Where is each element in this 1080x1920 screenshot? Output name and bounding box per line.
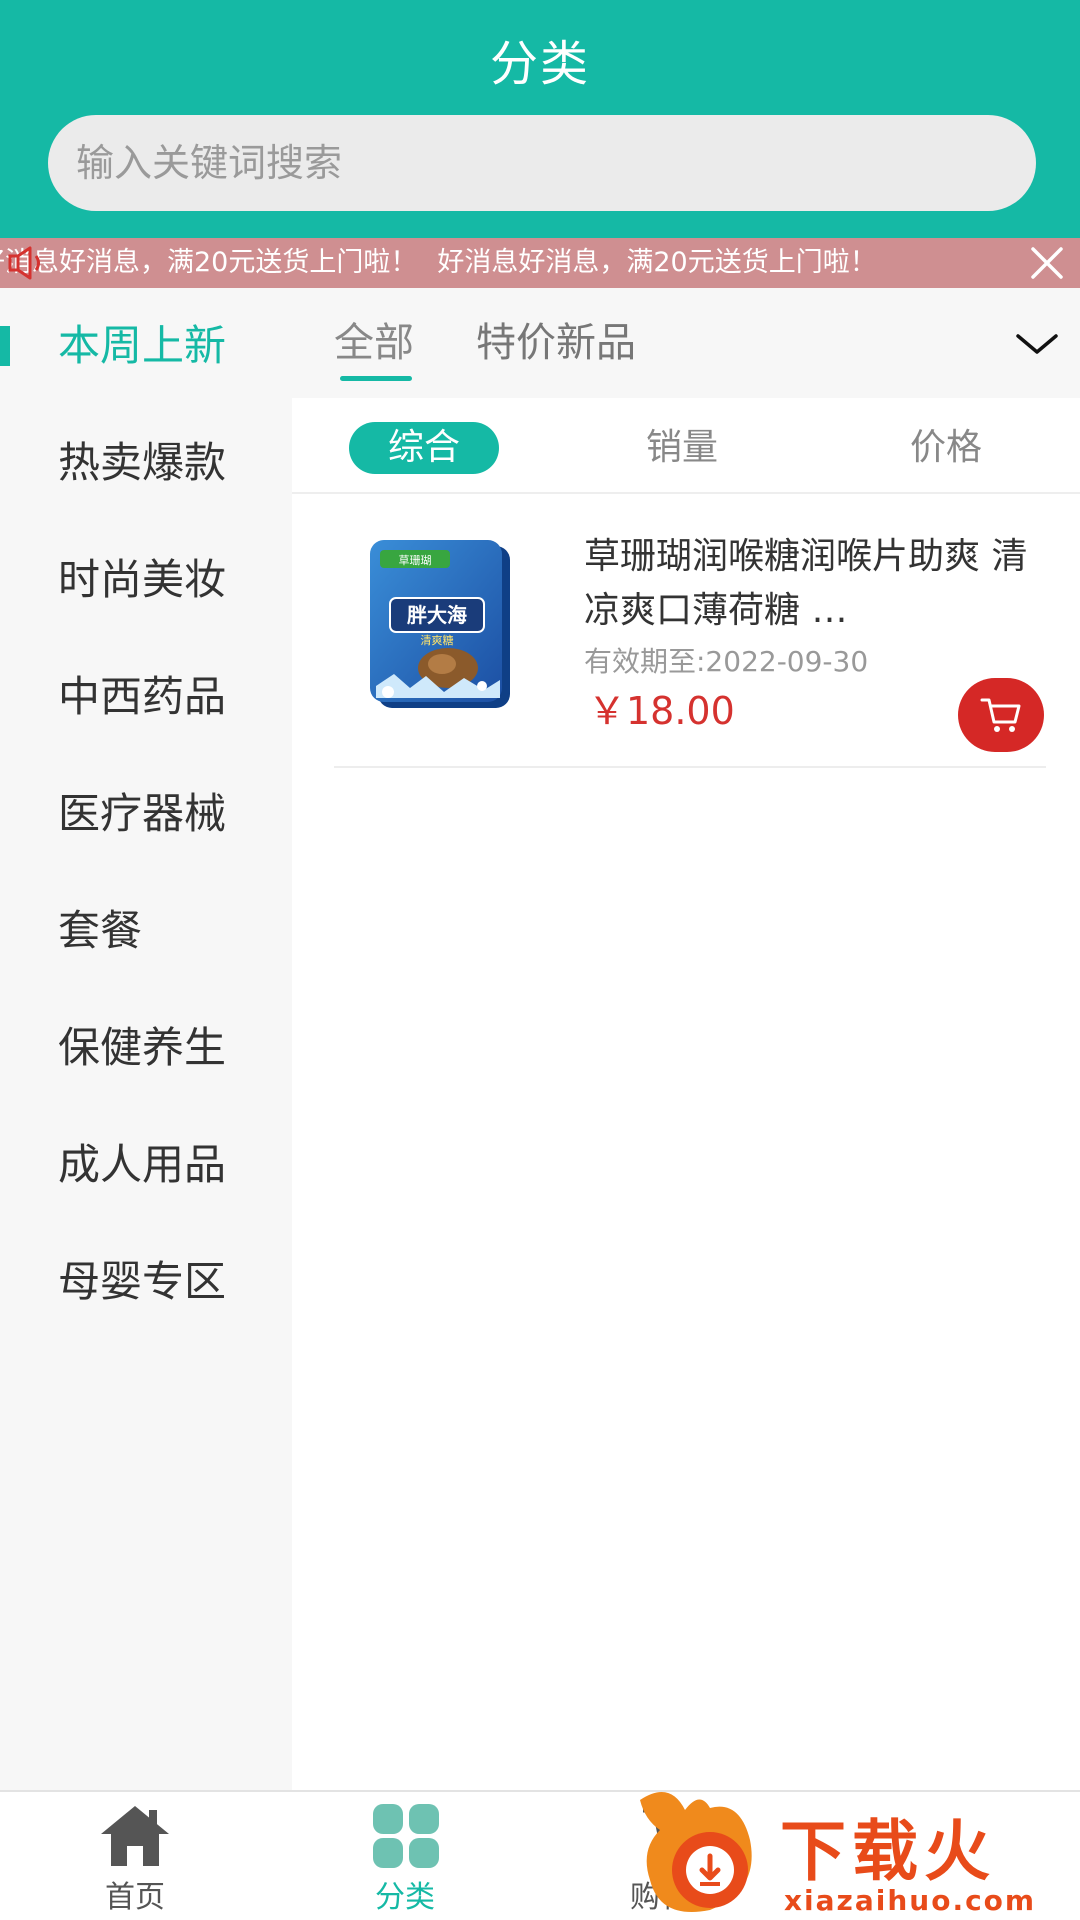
category-grid-icon <box>373 1804 439 1868</box>
subcategory-tabs: 全部 特价新品 <box>292 288 1080 398</box>
product-card[interactable]: 草珊瑚 胖大海 清爽糖 草珊瑚润喉糖润喉片助爽 清凉爽口薄荷糖 … 有效期至:2… <box>334 500 1046 768</box>
cart-icon <box>980 698 1021 732</box>
sidebar-item-label: 保健养生 <box>58 1023 227 1072</box>
sidebar-item-label: 成人用品 <box>58 1140 227 1189</box>
product-price: ￥18.00 <box>588 689 735 733</box>
header: 分类 输入关键词搜索 <box>0 0 1080 238</box>
notice-message-1: 好消息好消息，满20元送货上门啦！ <box>0 247 418 278</box>
nav-home-label: 首页 <box>105 1880 165 1915</box>
notice-text: 好消息好消息，满20元送货上门啦！ 好消息好消息，满20元送货上门啦！ <box>0 238 897 288</box>
nav-home[interactable]: 首页 <box>35 1792 235 1920</box>
sidebar-item-hot-sales[interactable]: 热卖爆款 <box>0 405 292 521</box>
sort-bar: 综合 销量 价格 <box>292 398 1080 494</box>
search-placeholder: 输入关键词搜索 <box>76 141 343 185</box>
watermark-logo: 下载火 xiazaihuo.com <box>630 1780 1080 1920</box>
flame-logo-icon <box>640 1792 752 1912</box>
active-marker <box>0 326 10 366</box>
sidebar-item-adult[interactable]: 成人用品 <box>0 1107 292 1223</box>
category-sidebar: 本周上新 热卖爆款 时尚美妆 中西药品 医疗器械 套餐 保健养生 成人用品 母婴… <box>0 288 292 1790</box>
sidebar-item-label: 套餐 <box>58 906 143 955</box>
sidebar-item-label: 本周上新 <box>58 321 227 370</box>
search-input[interactable]: 输入关键词搜索 <box>48 115 1036 211</box>
home-icon <box>101 1806 169 1866</box>
speaker-icon <box>8 246 40 280</box>
product-image[interactable]: 草珊瑚 胖大海 清爽糖 <box>364 536 526 714</box>
sidebar-item-label: 时尚美妆 <box>58 555 227 604</box>
sidebar-item-new-this-week[interactable]: 本周上新 <box>0 288 292 404</box>
sidebar-item-label: 母婴专区 <box>58 1257 227 1306</box>
product-panel: 全部 特价新品 综合 销量 价格 草珊瑚 胖大海 清爽糖 草珊瑚润喉糖润喉片助爽… <box>292 288 1080 1790</box>
nav-category[interactable]: 分类 <box>305 1792 505 1920</box>
sidebar-item-beauty[interactable]: 时尚美妆 <box>0 522 292 638</box>
product-image-brand: 草珊瑚 <box>399 554 432 567</box>
sidebar-item-packages[interactable]: 套餐 <box>0 873 292 989</box>
tab-special-new[interactable]: 特价新品 <box>476 288 636 398</box>
sidebar-item-health[interactable]: 保健养生 <box>0 990 292 1106</box>
product-image-name: 胖大海 <box>406 603 467 627</box>
nav-category-label: 分类 <box>375 1880 435 1915</box>
sort-sales[interactable]: 销量 <box>646 422 718 474</box>
watermark-text: 下载火 <box>780 1813 996 1890</box>
notice-bar: 好消息好消息，满20元送货上门啦！ 好消息好消息，满20元送货上门啦！ <box>0 238 1080 288</box>
sort-price[interactable]: 价格 <box>910 422 982 474</box>
sort-comprehensive[interactable]: 综合 <box>349 422 499 474</box>
watermark-url: xiazaihuo.com <box>784 1884 1037 1917</box>
sidebar-item-mother-baby[interactable]: 母婴专区 <box>0 1224 292 1340</box>
product-image-subtext: 清爽糖 <box>421 633 454 647</box>
add-to-cart-button[interactable] <box>958 678 1044 752</box>
tab-all[interactable]: 全部 <box>334 288 414 398</box>
page-title: 分类 <box>489 36 590 92</box>
sidebar-item-label: 中西药品 <box>58 672 227 721</box>
sidebar-item-medicine[interactable]: 中西药品 <box>0 639 292 755</box>
product-name[interactable]: 草珊瑚润喉糖润喉片助爽 清凉爽口薄荷糖 … <box>584 530 1044 638</box>
close-icon[interactable] <box>1028 244 1066 282</box>
sidebar-item-label: 医疗器械 <box>58 789 227 838</box>
chevron-down-icon[interactable] <box>1012 324 1062 364</box>
notice-message-2: 好消息好消息，满20元送货上门啦！ <box>437 247 877 278</box>
sidebar-item-label: 热卖爆款 <box>58 438 227 487</box>
product-expiry: 有效期至:2022-09-30 <box>584 645 869 678</box>
sidebar-item-medical-devices[interactable]: 医疗器械 <box>0 756 292 872</box>
tab-underline <box>340 376 412 381</box>
